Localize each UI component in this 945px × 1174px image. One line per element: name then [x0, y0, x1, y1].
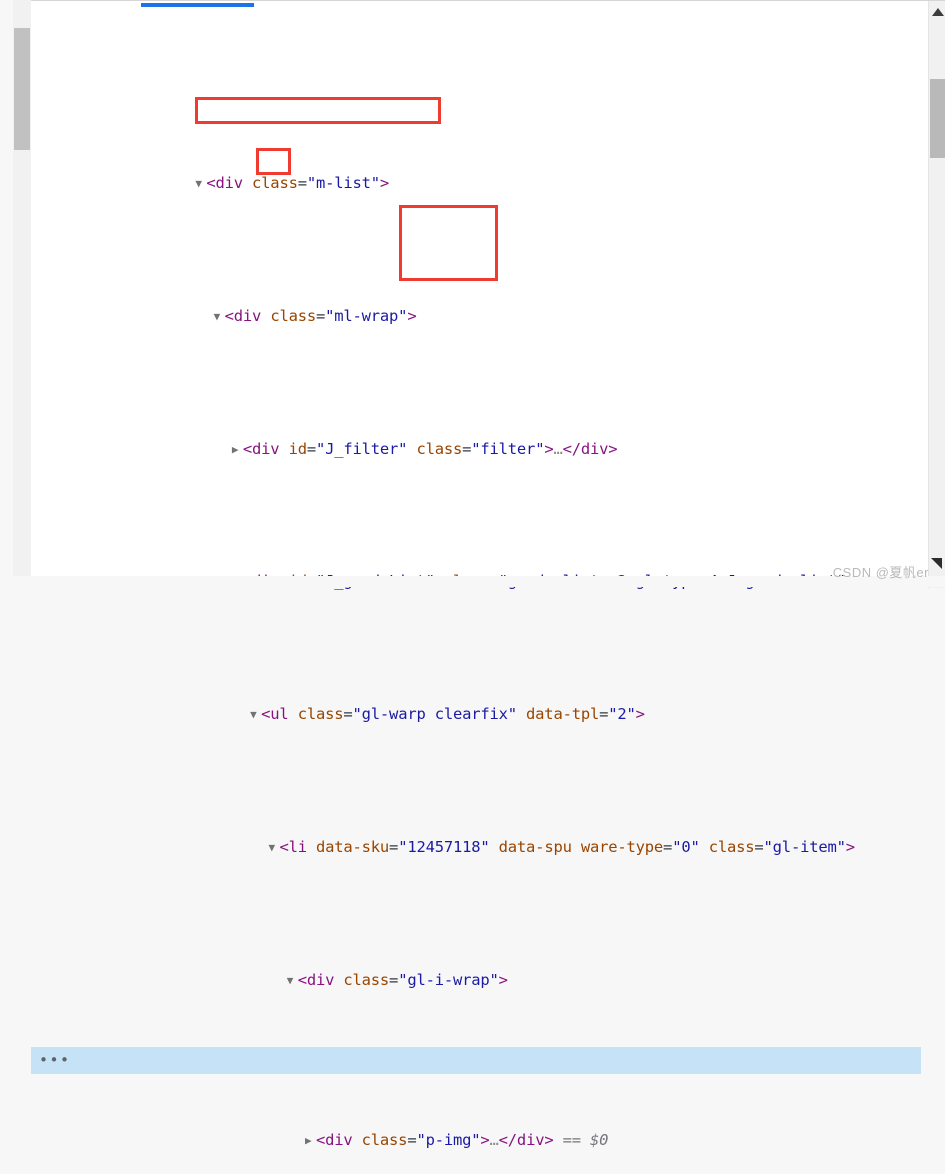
disclosure-triangle-open-icon[interactable] [287, 968, 298, 995]
active-tab-indicator [141, 3, 254, 7]
dom-node-j-goodslist[interactable]: <div id="J_goodsList" class="goods-list-… [31, 515, 921, 590]
devtools-elements-panel: <div class="m-list"> <div class="ml-wrap… [31, 0, 945, 1149]
attr-value-ware-type: "0" [672, 838, 700, 857]
attr-name: class [270, 306, 316, 325]
closing-tag: </div> [498, 1130, 554, 1149]
attr-value: "m-list" [306, 173, 380, 192]
attr-value-class: "gl-warp clearfix" [352, 705, 518, 724]
scroll-up-arrow-icon[interactable] [932, 8, 944, 16]
collapsed-children-ellipsis[interactable]: … [553, 440, 562, 458]
tag-open: <div [315, 1130, 353, 1149]
tag-open: <ul [261, 705, 289, 724]
disclosure-triangle-closed-icon[interactable] [232, 437, 243, 464]
tag-close-bracket: > [635, 705, 645, 724]
dom-node-gl-item-li[interactable]: <li data-sku="12457118" data-spu ware-ty… [31, 781, 921, 856]
attr-name-ware-type: ware-type [580, 838, 664, 857]
attr-name-data-sku: data-sku [315, 838, 390, 857]
devtools-vertical-scrollbar[interactable] [928, 1, 945, 588]
attr-name: class [252, 173, 298, 192]
dom-node-p-img-selected[interactable]: ••• <div class="p-img">…</div> == $0 [31, 1047, 921, 1149]
dom-node-gl-warp-ul[interactable]: <ul class="gl-warp clearfix" data-tpl="2… [31, 648, 921, 723]
console-selection-reference: == $0 [562, 1130, 609, 1149]
devtools-scrollbar-thumb[interactable] [930, 79, 945, 158]
attr-name-class: class [416, 439, 463, 458]
outer-vertical-scrollbar[interactable] [13, 0, 31, 587]
mouse-cursor-icon [931, 558, 942, 569]
attr-name-data-tpl: data-tpl [526, 705, 600, 724]
attr-name-class: class [343, 971, 390, 990]
collapsed-children-ellipsis[interactable]: … [490, 1131, 499, 1149]
attr-value-data-tpl: "2" [608, 705, 636, 724]
attr-name-class: class [297, 705, 344, 724]
dom-node-m-list[interactable]: <div class="m-list"> [31, 116, 921, 192]
bottom-strip [0, 576, 945, 587]
attr-value-class: "gl-i-wrap" [398, 971, 499, 990]
tag-open: <div [242, 439, 280, 458]
attr-equals: = [297, 173, 307, 192]
outer-scrollbar-thumb[interactable] [14, 28, 30, 150]
attr-value-class: "gl-item" [763, 838, 846, 857]
dom-tree: <div class="m-list"> <div class="ml-wrap… [31, 10, 921, 1174]
tag-close-bracket: > [498, 971, 508, 990]
dom-node-j-filter[interactable]: <div id="J_filter" class="filter">…</div… [31, 382, 921, 458]
tag-close-bracket: > [379, 173, 390, 192]
dom-node-ml-wrap[interactable]: <div class="ml-wrap"> [31, 249, 921, 325]
dom-node-gl-i-wrap[interactable]: <div class="gl-i-wrap"> [31, 914, 921, 989]
watermark-text: CSDN @夏帆er [832, 565, 929, 580]
page-gutter-left [0, 0, 13, 587]
disclosure-triangle-open-icon[interactable] [268, 835, 279, 862]
closing-tag: </div> [562, 439, 618, 458]
devtools-screenshot-root: <div class="m-list"> <div class="ml-wrap… [0, 0, 945, 1149]
disclosure-triangle-closed-icon[interactable] [305, 1128, 316, 1155]
collapsed-ancestors-ellipsis-badge[interactable]: ••• [39, 1047, 71, 1074]
disclosure-triangle-open-icon[interactable] [195, 171, 206, 198]
tag-open: <li [279, 838, 307, 857]
attr-name-id: id [288, 439, 307, 458]
tag-open: <div [224, 306, 262, 325]
attr-value-class: "p-img" [416, 1130, 481, 1149]
attr-value: "ml-wrap" [325, 306, 408, 325]
attr-value-class: "filter" [471, 439, 545, 458]
disclosure-triangle-open-icon[interactable] [214, 304, 225, 331]
attr-name-class: class [708, 838, 755, 857]
tag-close-bracket: > [845, 838, 855, 857]
tag-close-bracket: > [407, 306, 417, 325]
tag-open: <div [206, 173, 243, 192]
attr-name-class: class [361, 1130, 408, 1149]
attr-value-data-sku: "12457118" [398, 838, 490, 857]
attr-value-id: "J_filter" [315, 439, 408, 458]
tag-open: <div [297, 971, 335, 990]
attr-name-data-spu: data-spu [498, 838, 572, 857]
disclosure-triangle-open-icon[interactable] [250, 702, 261, 729]
tag-close-bracket: > [480, 1130, 490, 1149]
